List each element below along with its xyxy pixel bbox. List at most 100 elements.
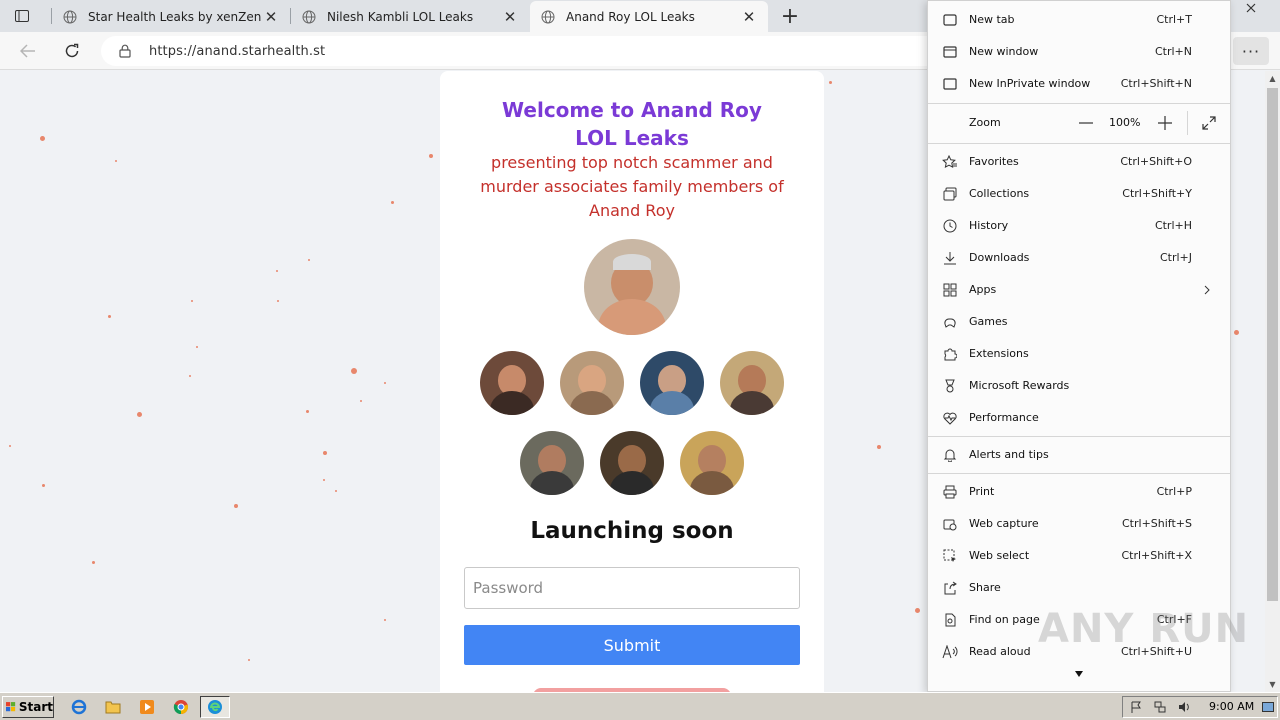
web-capture-icon (942, 516, 958, 532)
window-close-icon[interactable] (1233, 0, 1269, 16)
tab-nilesh-kambli[interactable]: Nilesh Kambli LOL Leaks ✕ (291, 1, 529, 32)
menu-item-share[interactable]: Share (928, 572, 1230, 604)
ie-icon[interactable] (70, 698, 88, 716)
menu-item-history[interactable]: History Ctrl+H (928, 210, 1230, 242)
menu-item-web-select[interactable]: Web select Ctrl+Shift+X (928, 540, 1230, 572)
scroll-up-arrow-icon[interactable]: ▲ (1265, 71, 1280, 86)
more-options-icon[interactable]: ··· (1233, 37, 1269, 65)
extensions-icon (942, 346, 958, 362)
menu-item-extensions[interactable]: Extensions (928, 338, 1230, 370)
media-player-icon[interactable] (138, 698, 156, 716)
menu-item-label: New tab (969, 13, 1015, 26)
tab-anand-roy[interactable]: Anand Roy LOL Leaks ✕ (530, 1, 768, 32)
menu-item-web-capture[interactable]: Web capture Ctrl+Shift+S (928, 508, 1230, 540)
taskbar: Start 9:00 AM (0, 692, 1280, 720)
avatar-family (560, 351, 624, 415)
menu-separator (928, 103, 1230, 104)
page-subtitle: presenting top notch scammer and murder … (480, 153, 784, 220)
close-tab-icon[interactable]: ✕ (501, 8, 519, 26)
particle (323, 451, 327, 455)
menu-item-games[interactable]: Games (928, 306, 1230, 338)
close-tab-icon[interactable]: ✕ (262, 8, 280, 26)
menu-separator (928, 143, 1230, 144)
volume-icon[interactable] (1177, 700, 1191, 714)
games-icon (942, 314, 958, 330)
zoom-out-icon[interactable] (1077, 114, 1095, 132)
menu-item-downloads[interactable]: Downloads Ctrl+J (928, 242, 1230, 274)
avatar-family (520, 431, 584, 495)
menu-item-new-window[interactable]: New window Ctrl+N (928, 36, 1230, 68)
bell-icon (942, 447, 958, 463)
folder-icon[interactable] (104, 698, 122, 716)
avatar-family (640, 351, 704, 415)
menu-item-print[interactable]: Print Ctrl+P (928, 476, 1230, 508)
menu-item-shortcut: Ctrl+T (1156, 13, 1192, 26)
start-button[interactable]: Start (2, 696, 54, 718)
menu-item-label: Find on page (969, 613, 1040, 626)
menu-item-label: Collections (969, 187, 1030, 200)
particle (196, 346, 198, 348)
back-arrow-icon[interactable] (15, 39, 41, 63)
menu-item-label: Web capture (969, 517, 1039, 530)
menu-item-shortcut: Ctrl+P (1156, 485, 1192, 498)
menu-item-new-inprivate-window[interactable]: New InPrivate window Ctrl+Shift+N (928, 68, 1230, 100)
submit-button[interactable]: Submit (464, 625, 800, 665)
globe-icon (540, 9, 556, 25)
start-label: Start (18, 700, 53, 714)
menu-item-shortcut: Ctrl+Shift+S (1122, 517, 1192, 530)
particle (108, 315, 111, 318)
zoom-divider (1187, 111, 1188, 135)
fullscreen-icon[interactable] (1200, 114, 1218, 132)
network-icon[interactable] (1153, 700, 1167, 714)
menu-item-shortcut: Ctrl+H (1154, 219, 1192, 232)
particle (248, 659, 250, 661)
particle (351, 368, 357, 374)
menu-item-favorites[interactable]: Favorites Ctrl+Shift+O (928, 146, 1230, 178)
performance-icon (942, 410, 958, 426)
password-input[interactable] (464, 567, 800, 609)
tab-actions-icon[interactable] (10, 6, 34, 26)
new-tab-plus-icon[interactable]: + (778, 4, 802, 29)
chrome-icon[interactable] (172, 698, 190, 716)
print-icon (942, 484, 958, 500)
address-bar[interactable]: https://anand.starhealth.st (101, 36, 941, 66)
particle (137, 412, 142, 417)
share-icon (942, 580, 958, 596)
close-tab-icon[interactable]: ✕ (740, 8, 758, 26)
menu-item-label: Print (969, 485, 995, 498)
menu-item-performance[interactable]: Performance (928, 402, 1230, 434)
menu-item-collections[interactable]: Collections Ctrl+Shift+Y (928, 178, 1230, 210)
flag-icon[interactable] (1129, 700, 1143, 714)
zoom-in-icon[interactable] (1156, 114, 1174, 132)
url-text: https://anand.starhealth.st (149, 43, 326, 59)
avatar-family (600, 431, 664, 495)
menu-item-label: Microsoft Rewards (969, 379, 1070, 392)
menu-item-alerts-and-tips[interactable]: Alerts and tips (928, 439, 1230, 471)
globe-icon (62, 9, 78, 25)
particle (276, 270, 278, 272)
menu-item-shortcut: Ctrl+N (1154, 45, 1192, 58)
lock-icon[interactable] (119, 44, 133, 58)
menu-item-microsoft-rewards[interactable]: Microsoft Rewards (928, 370, 1230, 402)
scroll-down-arrow-icon[interactable]: ▼ (1265, 677, 1280, 692)
particle (191, 300, 193, 302)
page-scrollbar[interactable]: ▲ ▼ (1265, 71, 1280, 692)
menu-item-label: Read aloud (969, 645, 1031, 658)
edge-icon[interactable] (206, 698, 224, 716)
scroll-thumb[interactable] (1267, 88, 1278, 601)
menu-item-apps[interactable]: Apps (928, 274, 1230, 306)
show-desktop-icon[interactable] (1261, 700, 1275, 714)
particle (915, 608, 920, 613)
zoom-label: Zoom (969, 116, 1001, 129)
menu-item-shortcut: Ctrl+Shift+O (1120, 155, 1192, 168)
menu-item-label: Web select (969, 549, 1030, 562)
particle (429, 154, 433, 158)
particle (1234, 330, 1239, 335)
reload-icon[interactable] (59, 39, 85, 63)
menu-item-new-tab[interactable]: New tab Ctrl+T (928, 4, 1230, 36)
tab-title: Nilesh Kambli LOL Leaks (327, 9, 474, 24)
menu-item-shortcut: Ctrl+Shift+N (1120, 77, 1192, 90)
tab-star-health[interactable]: Star Health Leaks by xenZen ✕ (52, 1, 290, 32)
avatar-family (680, 431, 744, 495)
menu-scroll-more-icon[interactable] (1074, 669, 1084, 679)
